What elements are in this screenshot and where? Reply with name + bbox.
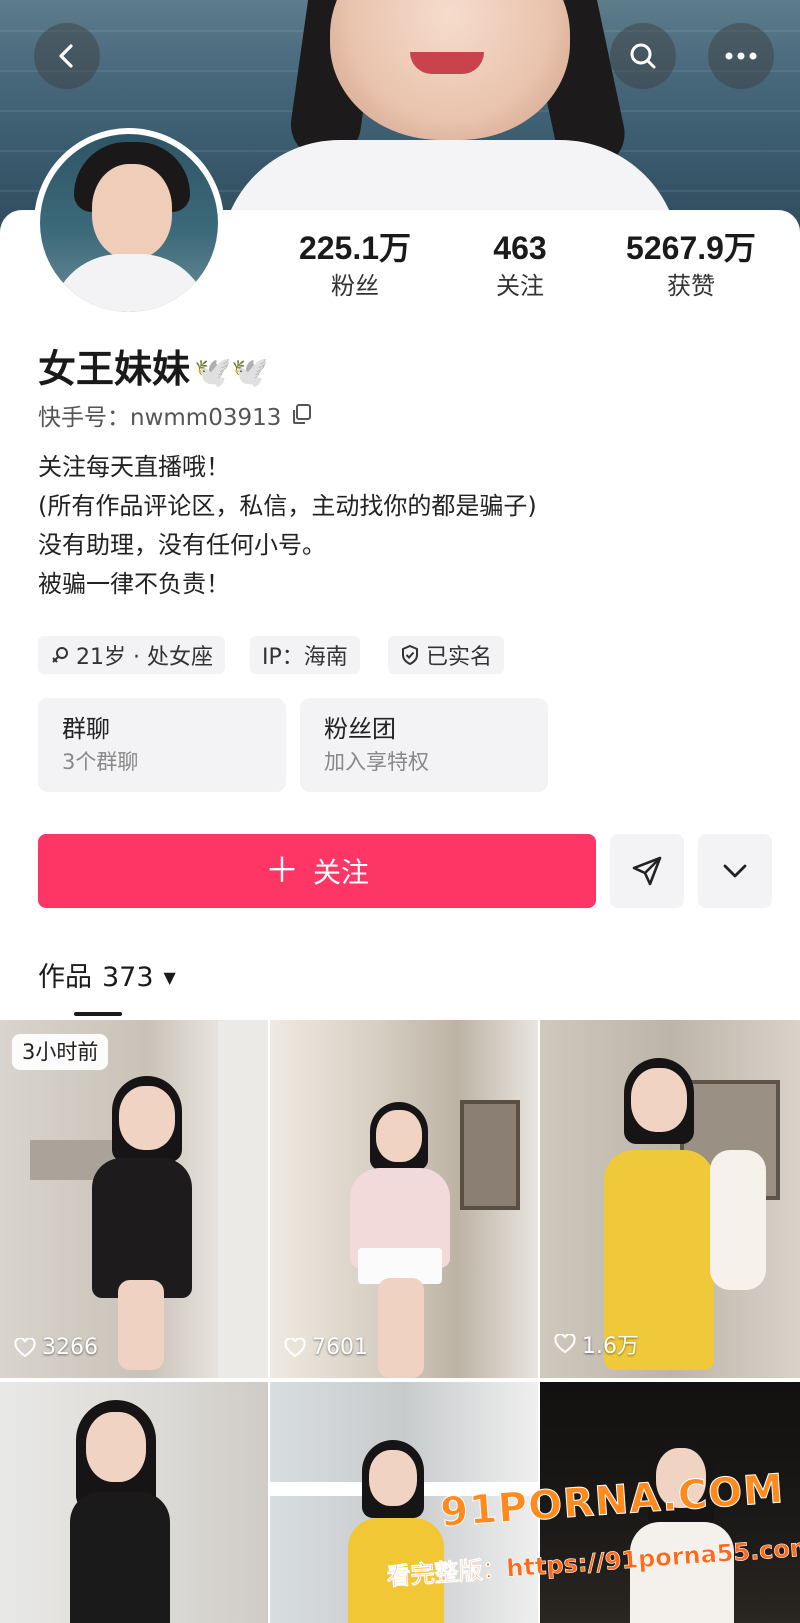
bio-line: 没有助理，没有任何小号。: [38, 531, 326, 559]
follow-label: 关注: [312, 856, 369, 889]
tab-works[interactable]: 作品 373 ▼: [38, 958, 176, 998]
heart-icon: [14, 1337, 36, 1357]
avatar[interactable]: [34, 128, 224, 318]
heart-icon: [284, 1337, 306, 1357]
like-count: 3266: [14, 1335, 98, 1360]
like-count-text: 7601: [312, 1335, 368, 1360]
stat-following[interactable]: 463 关注: [450, 228, 590, 308]
tab-works-count: 373: [102, 962, 154, 993]
profile-bio: 关注每天直播哦！ (所有作品评论区，私信，主动找你的都是骗子) 没有助理，没有任…: [38, 448, 537, 604]
back-button[interactable]: [34, 23, 100, 89]
search-button[interactable]: [610, 23, 676, 89]
like-count-text: 3266: [42, 1335, 98, 1360]
more-horizontal-icon: [725, 52, 757, 60]
more-button[interactable]: [708, 23, 774, 89]
tab-works-label: 作品: [38, 962, 92, 993]
profile-name-text: 女王妹妹: [38, 347, 191, 391]
like-count: 1.6万: [554, 1328, 639, 1360]
stat-followers[interactable]: 225.1万 粉丝: [280, 228, 430, 308]
bio-line: (所有作品评论区，私信，主动找你的都是骗子): [38, 492, 537, 520]
caret-down-icon: ▼: [163, 968, 176, 987]
expand-button[interactable]: [698, 834, 772, 908]
tab-indicator: [74, 1012, 122, 1016]
stat-label: 粉丝: [331, 272, 379, 300]
group-chat-card[interactable]: 群聊 3个群聊: [38, 698, 286, 792]
stat-value: 463: [493, 230, 547, 266]
send-message-button[interactable]: [610, 834, 684, 908]
chevron-left-icon: [59, 44, 73, 68]
tag-age-zodiac: 21岁 · 处女座: [38, 636, 225, 674]
stat-value: 5267.9万: [626, 230, 756, 266]
like-count: 7601: [284, 1335, 368, 1360]
tag-text: 已实名: [426, 645, 493, 670]
card-title: 群聊: [62, 715, 110, 743]
like-count-text: 1.6万: [582, 1334, 639, 1359]
card-subtitle: 3个群聊: [62, 750, 139, 774]
stat-value: 225.1万: [298, 230, 412, 266]
bio-line: 被骗一律不负责！: [38, 570, 230, 598]
search-icon: [630, 43, 656, 69]
profile-name: 女王妹妹 🕊️🕊️: [38, 344, 269, 398]
heart-icon: [554, 1334, 576, 1354]
tag-text: 21岁 · 处女座: [76, 645, 213, 670]
follow-button[interactable]: ＋ 关注: [38, 834, 596, 908]
plus-icon: ＋: [264, 851, 299, 891]
card-subtitle: 加入享特权: [324, 750, 429, 774]
tag-text: IP：海南: [262, 645, 348, 670]
video-thumbnail[interactable]: 7601: [270, 1020, 538, 1378]
bio-line: 关注每天直播哦！: [38, 453, 230, 481]
video-thumbnail[interactable]: 3小时前 3266: [0, 1020, 268, 1378]
video-thumbnail[interactable]: [0, 1382, 268, 1623]
fan-club-card[interactable]: 粉丝团 加入享特权: [300, 698, 548, 792]
stat-label: 关注: [496, 272, 544, 300]
kuaishou-id-text: 快手号：nwmm03913: [38, 405, 282, 431]
tag-verified: 已实名: [388, 636, 505, 674]
tag-ip: IP：海南: [250, 636, 360, 674]
kuaishou-id: 快手号：nwmm03913: [38, 402, 313, 434]
chevron-down-icon: [723, 864, 747, 878]
dove-emoji: 🕊️🕊️: [194, 355, 269, 390]
copy-icon[interactable]: [291, 402, 313, 434]
time-badge: 3小时前: [12, 1034, 109, 1070]
shield-check-icon: [402, 644, 418, 666]
female-icon: [52, 647, 68, 663]
stat-label: 获赞: [667, 272, 715, 300]
stat-likes[interactable]: 5267.9万 获赞: [606, 228, 776, 308]
card-title: 粉丝团: [324, 715, 396, 743]
video-thumbnail[interactable]: 1.6万: [540, 1020, 800, 1378]
send-icon: [632, 856, 662, 886]
